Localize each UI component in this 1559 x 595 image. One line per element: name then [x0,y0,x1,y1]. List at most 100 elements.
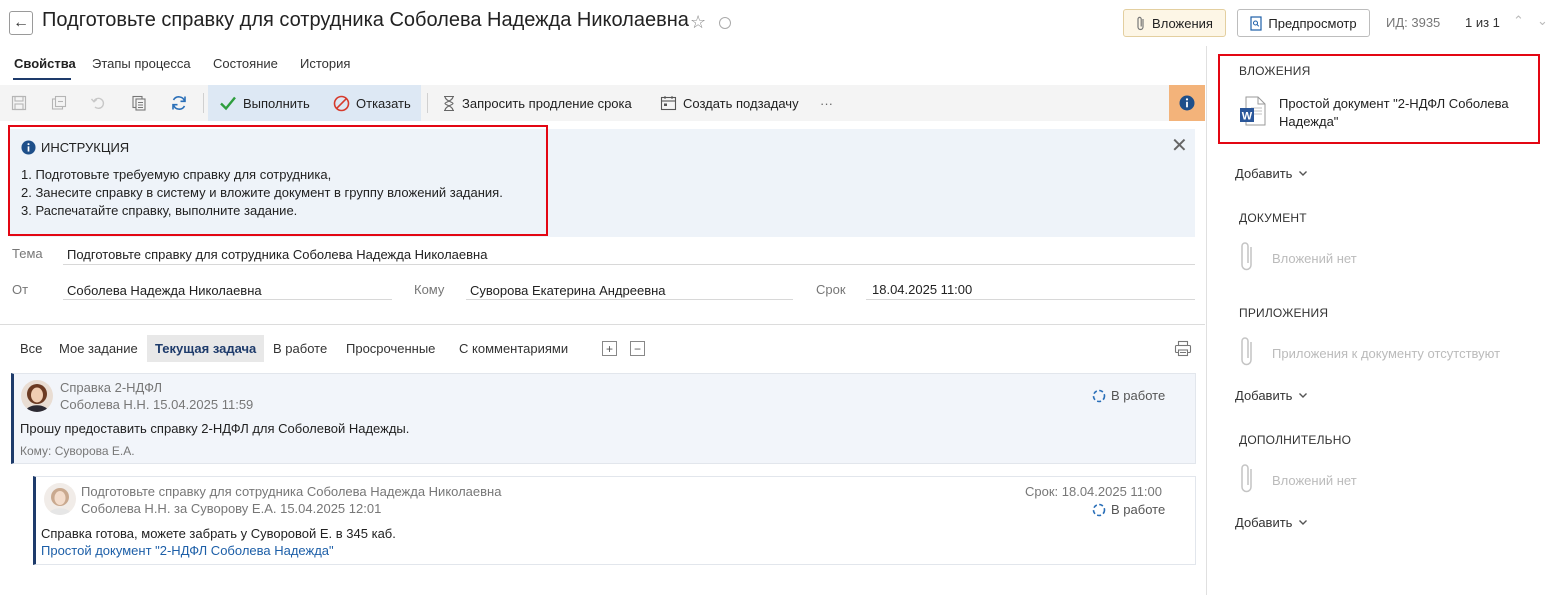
save-icon[interactable] [10,94,28,112]
tab-state[interactable]: Состояние [213,56,278,71]
from-underline [63,299,392,300]
comment-deadline: Срок: 18.04.2025 11:00 [1025,484,1163,499]
status-badge: В работе [1092,388,1165,403]
comment-recipient: Кому: Суворова Е.А. [20,444,135,458]
filter-all[interactable]: Все [20,341,42,356]
deadline-underline [866,299,1195,300]
refresh-icon[interactable] [170,94,188,112]
star-icon[interactable]: ☆ [690,12,706,33]
filter-my-task[interactable]: Мое задание [59,341,138,356]
add-appendix-dropdown[interactable]: Добавить [1235,388,1308,403]
chevron-down-icon[interactable]: ⌄ [1537,13,1548,29]
add-attachment-dropdown[interactable]: Добавить [1235,166,1308,181]
print-icon[interactable] [1174,340,1192,360]
add-additional-dropdown[interactable]: Добавить [1235,515,1308,530]
back-button[interactable]: ← [9,11,33,35]
from-field[interactable]: Соболева Надежда Николаевна [67,283,262,298]
checkmark-icon [220,96,236,111]
status-label: В работе [1111,502,1166,517]
instruction-line: 2. Занесите справку в систему и вложите … [21,185,503,200]
add-label: Добавить [1235,166,1293,181]
additional-heading: ДОПОЛНИТЕЛЬНО [1239,433,1352,447]
chevron-down-icon [1299,171,1308,176]
page-count: 1 из 1 [1465,15,1500,30]
attachments-button[interactable]: Вложения [1123,9,1226,37]
copy-icon[interactable] [130,94,148,112]
additional-empty-text: Вложений нет [1272,473,1357,488]
comment-author-date: Соболева Н.Н. за Суворову Е.А. 15.04.202… [81,501,382,516]
filter-overdue[interactable]: Просроченные [346,341,435,356]
arrow-left-icon: ← [13,14,29,31]
calendar-task-icon [660,96,677,111]
subject-underline [63,264,1195,265]
attachment-link[interactable]: Простой документ "2-НДФЛ Соболева Надежд… [41,543,334,558]
in-progress-icon [1092,389,1106,402]
page-title: Подготовьте справку для сотрудника Собол… [42,9,689,31]
to-underline [466,299,793,300]
status-label: В работе [1111,388,1166,403]
info-icon [21,140,36,155]
create-subtask-button[interactable]: Создать подзадачу [660,85,799,121]
in-progress-icon [1092,503,1106,516]
word-document-icon[interactable]: W [1239,96,1267,129]
comment-title[interactable]: Подготовьте справку для сотрудника Собол… [81,484,501,499]
add-label: Добавить [1235,515,1293,530]
preview-button[interactable]: Предпросмотр [1237,9,1370,37]
filter-with-comments[interactable]: С комментариями [459,341,568,356]
attachment-name[interactable]: Простой документ "2-НДФЛ Соболева Надежд… [1279,95,1534,131]
header: ← Подготовьте справку для сотрудника Соб… [0,0,1559,46]
toolbar-separator [427,93,428,113]
status-circle-icon[interactable] [719,17,731,29]
refuse-button[interactable]: Отказать [333,85,411,121]
tab-process-stages[interactable]: Этапы процесса [92,56,191,71]
undo-icon[interactable] [89,94,107,112]
deadline-field[interactable]: 18.04.2025 11:00 [872,282,972,297]
document-heading: ДОКУМЕНТ [1239,211,1307,225]
paperclip-icon [1238,336,1256,371]
tab-history[interactable]: История [300,56,350,71]
filter-current-task[interactable]: Текущая задача [155,341,256,356]
tab-properties[interactable]: Свойства [14,56,76,71]
appendix-heading: ПРИЛОЖЕНИЯ [1239,306,1329,320]
expand-all-icon[interactable]: + [602,341,617,356]
status-badge: В работе [1092,502,1165,517]
preview-icon [1250,15,1263,31]
panel-divider [1206,46,1207,595]
chevron-up-icon[interactable]: ⌃ [1513,13,1524,29]
more-actions-button[interactable]: ··· [820,85,833,121]
appendix-empty-text: Приложения к документу отсутствуют [1272,346,1501,361]
filter-in-progress[interactable]: В работе [273,341,327,356]
info-panel-button[interactable] [1169,85,1205,121]
save-and-close-icon[interactable] [50,94,68,112]
refuse-button-label: Отказать [356,95,411,111]
instruction-title: ИНСТРУКЦИЯ [21,140,129,155]
instruction-line: 1. Подготовьте требуемую справку для сот… [21,167,332,182]
close-icon[interactable]: ✕ [1171,136,1188,156]
complete-button[interactable]: Выполнить [219,85,310,121]
record-id: ИД: 3935 [1386,15,1441,30]
create-subtask-label: Создать подзадачу [683,95,799,111]
toolbar: Выполнить Отказать Запросить продление с… [0,85,1205,121]
comment-text: Справка готова, можете забрать у Суворов… [41,526,396,541]
paperclip-icon [1238,241,1256,276]
collapse-all-icon[interactable]: − [630,341,645,356]
preview-button-label: Предпросмотр [1268,15,1357,31]
svg-text:W: W [1242,111,1253,123]
deadline-label: Срок [816,282,846,297]
comment-title[interactable]: Справка 2-НДФЛ [60,380,162,395]
subject-field[interactable]: Подготовьте справку для сотрудника Собол… [67,247,487,262]
paperclip-icon [1137,16,1144,30]
request-extension-label: Запросить продление срока [462,95,632,111]
chevron-down-icon [1299,393,1308,398]
attachments-heading: ВЛОЖЕНИЯ [1239,64,1311,78]
to-field[interactable]: Суворова Екатерина Андреевна [470,283,666,298]
comment-text: Прошу предоставить справку 2-НДФЛ для Со… [20,421,410,436]
comment-author-date: Соболева Н.Н. 15.04.2025 11:59 [60,397,254,412]
chevron-down-icon [1299,520,1308,525]
request-extension-button[interactable]: Запросить продление срока [442,85,632,121]
info-icon [1179,95,1195,111]
add-label: Добавить [1235,388,1293,403]
prohibited-icon [333,95,350,111]
from-label: От [12,282,29,297]
complete-button-label: Выполнить [243,95,310,111]
